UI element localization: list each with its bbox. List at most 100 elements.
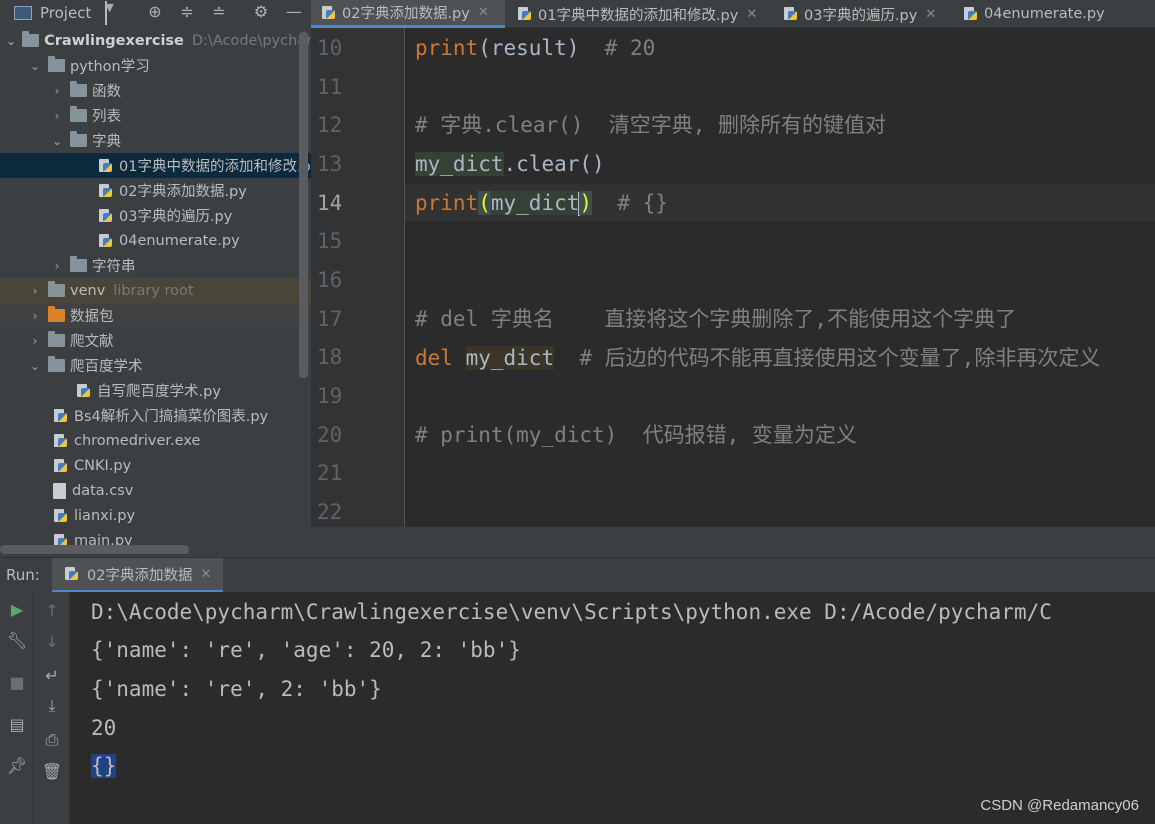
tab-label: 02字典添加数据.py <box>342 6 470 22</box>
collapse-all-icon[interactable]: ≑ <box>177 2 197 22</box>
close-icon[interactable]: ✕ <box>200 567 211 582</box>
python-file-icon <box>783 6 798 22</box>
line-number: 18 <box>317 345 343 369</box>
tree-item-label: 03字典的遍历.py <box>119 209 233 225</box>
code-comment: # 字典.clear() 清空字典, 删除所有的键值对 <box>415 113 887 137</box>
code-token-function: print <box>415 191 479 215</box>
code-token: (result) <box>478 36 580 60</box>
executable-file-icon <box>53 433 68 449</box>
project-horizontal-scrollbar[interactable] <box>0 545 189 554</box>
tree-item-file[interactable]: CNKI.py <box>0 453 311 478</box>
bracket-match: ) <box>579 191 593 215</box>
code-comment: # print(my_dict) 代码报错, 变量为定义 <box>415 423 857 447</box>
console-output[interactable]: D:\Acode\pycharm\Crawlingexercise\venv\S… <box>70 592 1155 824</box>
line-number: 15 <box>317 229 343 253</box>
tree-item-papers[interactable]: › 爬文献 <box>0 328 311 353</box>
rerun-icon[interactable]: ▶ <box>5 598 29 622</box>
tree-item-baidu[interactable]: ⌄ 爬百度学术 <box>0 353 311 378</box>
close-icon[interactable]: ✕ <box>746 7 757 22</box>
soft-wrap-icon[interactable]: ↵ <box>40 664 64 688</box>
chevron-down-icon[interactable]: ⌄ <box>6 34 16 48</box>
code-line-20: # print(my_dict) 代码报错, 变量为定义 <box>415 416 857 454</box>
line-number: 11 <box>317 75 343 99</box>
chevron-right-icon[interactable]: › <box>28 334 42 348</box>
tab-04-enumerate[interactable]: 04enumerate.py <box>953 0 1133 28</box>
chevron-right-icon[interactable]: › <box>50 109 64 123</box>
tree-item-venv[interactable]: › venv library root <box>0 278 311 303</box>
tree-item-dict[interactable]: ⌄ 字典 <box>0 128 311 153</box>
tree-item-file[interactable]: Bs4解析入门搞搞菜价图表.py <box>0 403 311 428</box>
tree-item-file[interactable]: 04enumerate.py <box>0 228 311 253</box>
code-token: .clear() <box>503 152 605 176</box>
tree-item-label: chromedriver.exe <box>74 432 201 449</box>
pin-icon[interactable]: 📌︎ <box>5 754 29 778</box>
tree-item-file[interactable]: 自写爬百度学术.py <box>0 378 311 403</box>
tree-item-root[interactable]: ⌄ Crawlingexercise D:\Acode\pycharm <box>0 28 311 53</box>
console-line: {'name': 're', 2: 'bb'} <box>91 677 382 701</box>
tree-item-label: Crawlingexercise <box>44 32 184 49</box>
tab-label: 01字典中数据的添加和修改.py <box>538 7 739 24</box>
tree-item-lists[interactable]: › 列表 <box>0 103 311 128</box>
project-title: Project <box>40 3 92 22</box>
tree-item-functions[interactable]: › 函数 <box>0 78 311 103</box>
tree-item-file[interactable]: chromedriver.exe <box>0 428 311 453</box>
arrow-down-icon[interactable]: ↓ <box>40 630 64 654</box>
chevron-right-icon[interactable]: › <box>28 309 42 323</box>
project-view-selector[interactable]: Project ▼ <box>0 0 114 25</box>
chevron-down-icon[interactable]: ⌄ <box>28 59 42 73</box>
scroll-to-end-icon[interactable]: ⤓ <box>40 694 64 718</box>
code-token-variable: my_dict <box>415 152 504 176</box>
wrench-icon[interactable]: 🔧︎ <box>5 629 29 653</box>
line-number: 19 <box>317 384 343 408</box>
tree-item-file[interactable]: lianxi.py <box>0 503 311 528</box>
tree-item-file[interactable]: 01字典中数据的添加和修改.py <box>0 153 311 178</box>
tab-03-dict-traverse[interactable]: 03字典的遍历.py ✕ <box>773 0 951 28</box>
tree-item-file[interactable]: data.csv <box>0 478 311 503</box>
folder-icon <box>70 131 87 147</box>
chevron-right-icon[interactable]: › <box>28 284 42 298</box>
folder-icon <box>70 106 87 122</box>
bracket-match: ( <box>478 191 491 215</box>
gear-icon[interactable]: ⚙ <box>251 2 271 22</box>
locate-icon[interactable]: ⊕ <box>145 2 165 22</box>
tree-item-label: Bs4解析入门搞搞菜价图表.py <box>74 409 269 425</box>
run-tab[interactable]: 02字典添加数据 ✕ <box>52 558 224 593</box>
console-line: D:\Acode\pycharm\Crawlingexercise\venv\S… <box>91 600 1052 624</box>
chevron-right-icon[interactable]: › <box>50 259 64 273</box>
tree-item-path: D:\Acode\pycharm <box>191 32 311 49</box>
python-file-icon <box>53 508 68 524</box>
tree-item-python[interactable]: ⌄ python学习 <box>0 53 311 78</box>
tree-item-data-package[interactable]: › 数据包 <box>0 303 311 328</box>
run-label: Run: <box>6 566 40 584</box>
line-number: 20 <box>317 423 343 447</box>
tree-item-file[interactable]: 02字典添加数据.py <box>0 178 311 203</box>
tree-item-label: venv <box>70 282 106 299</box>
trash-icon[interactable]: 🗑︎ <box>40 760 64 784</box>
tree-item-label: 04enumerate.py <box>119 232 240 249</box>
close-icon[interactable]: ✕ <box>925 7 936 22</box>
code-comment: # del 字典名 直接将这个字典删除了,不能使用这个字典了 <box>415 307 1017 331</box>
arrow-up-icon[interactable]: ↑ <box>40 599 64 623</box>
close-icon[interactable]: ✕ <box>478 5 489 20</box>
tree-item-label: 数据包 <box>70 309 114 325</box>
tree-item-strings[interactable]: › 字符串 <box>0 253 311 278</box>
stop-icon[interactable]: ■ <box>5 671 29 695</box>
tab-01-dict-add-modify[interactable]: 01字典中数据的添加和修改.py ✕ <box>507 0 769 28</box>
line-number: 10 <box>317 36 343 60</box>
expand-all-icon[interactable]: ≐ <box>209 2 229 22</box>
hide-icon[interactable]: — <box>284 2 304 22</box>
code-line-18: del my_dict # 后边的代码不能再直接使用这个变量了,除非再次定义 <box>415 339 1100 377</box>
chevron-right-icon[interactable]: › <box>50 84 64 98</box>
layout-icon[interactable]: ▤ <box>5 713 29 737</box>
code-editor[interactable]: 10 11 12 13 14 15 16 17 18 19 20 21 22 p… <box>311 28 1155 527</box>
line-number-gutter: 10 11 12 13 14 15 16 17 18 19 20 21 22 <box>311 28 405 527</box>
python-file-icon <box>76 383 91 399</box>
chevron-down-icon[interactable]: ⌄ <box>50 134 64 148</box>
tab-02-dict-add-data[interactable]: 02字典添加数据.py ✕ <box>311 0 505 28</box>
project-vertical-scrollbar[interactable] <box>299 32 308 378</box>
chevron-down-icon[interactable]: ⌄ <box>28 359 42 373</box>
tree-item-file[interactable]: 03字典的遍历.py <box>0 203 311 228</box>
code-comment: # 20 <box>579 36 656 60</box>
folder-icon <box>22 31 40 47</box>
print-icon[interactable]: ⎙ <box>40 728 64 752</box>
